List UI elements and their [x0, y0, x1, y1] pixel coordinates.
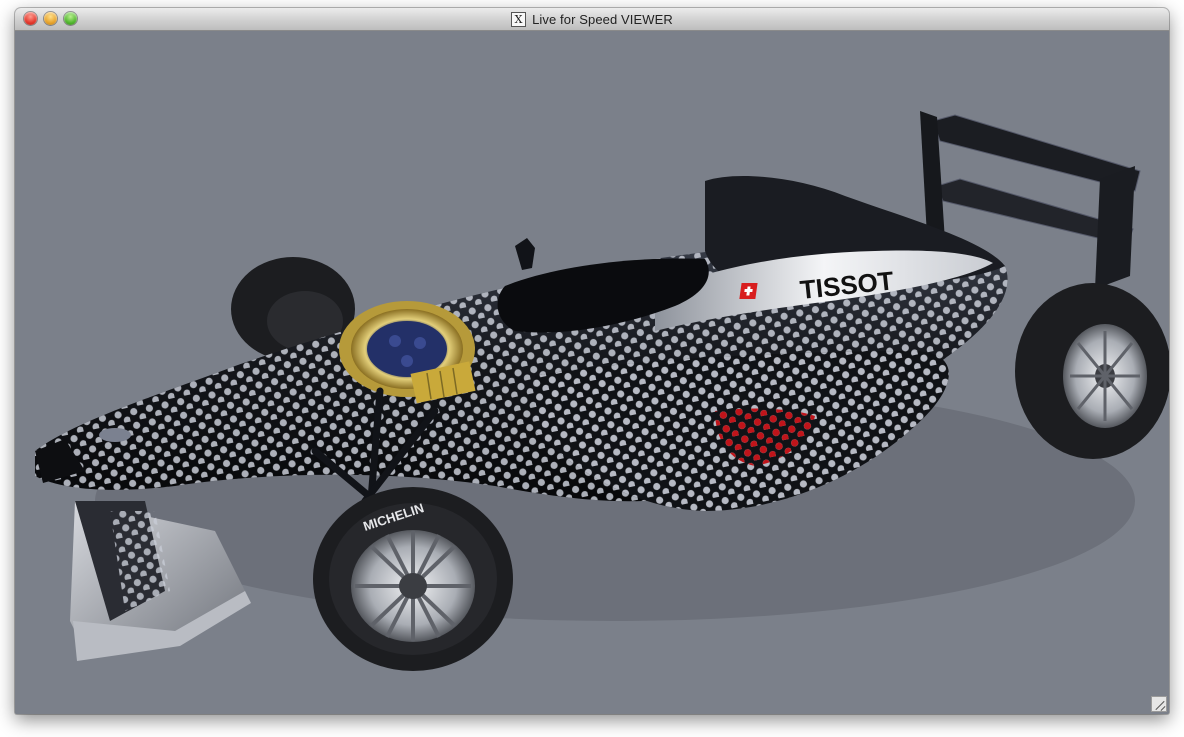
x11-icon: X	[511, 11, 527, 27]
window-title: Live for Speed VIEWER	[532, 11, 673, 27]
title-group: X Live for Speed VIEWER	[15, 8, 1169, 30]
title-bar[interactable]: X Live for Speed VIEWER	[15, 8, 1169, 31]
resize-grip[interactable]	[1151, 696, 1167, 712]
nose-badge	[99, 428, 131, 442]
rear-right-wheel	[1015, 283, 1169, 459]
app-window: X Live for Speed VIEWER TISSOT MICHELIN	[15, 8, 1169, 714]
front-right-wheel: MICHELIN	[313, 487, 513, 671]
3d-viewport[interactable]: TISSOT MICHELIN	[15, 31, 1169, 714]
mirror	[515, 238, 535, 270]
car-render: TISSOT MICHELIN	[35, 111, 1169, 671]
